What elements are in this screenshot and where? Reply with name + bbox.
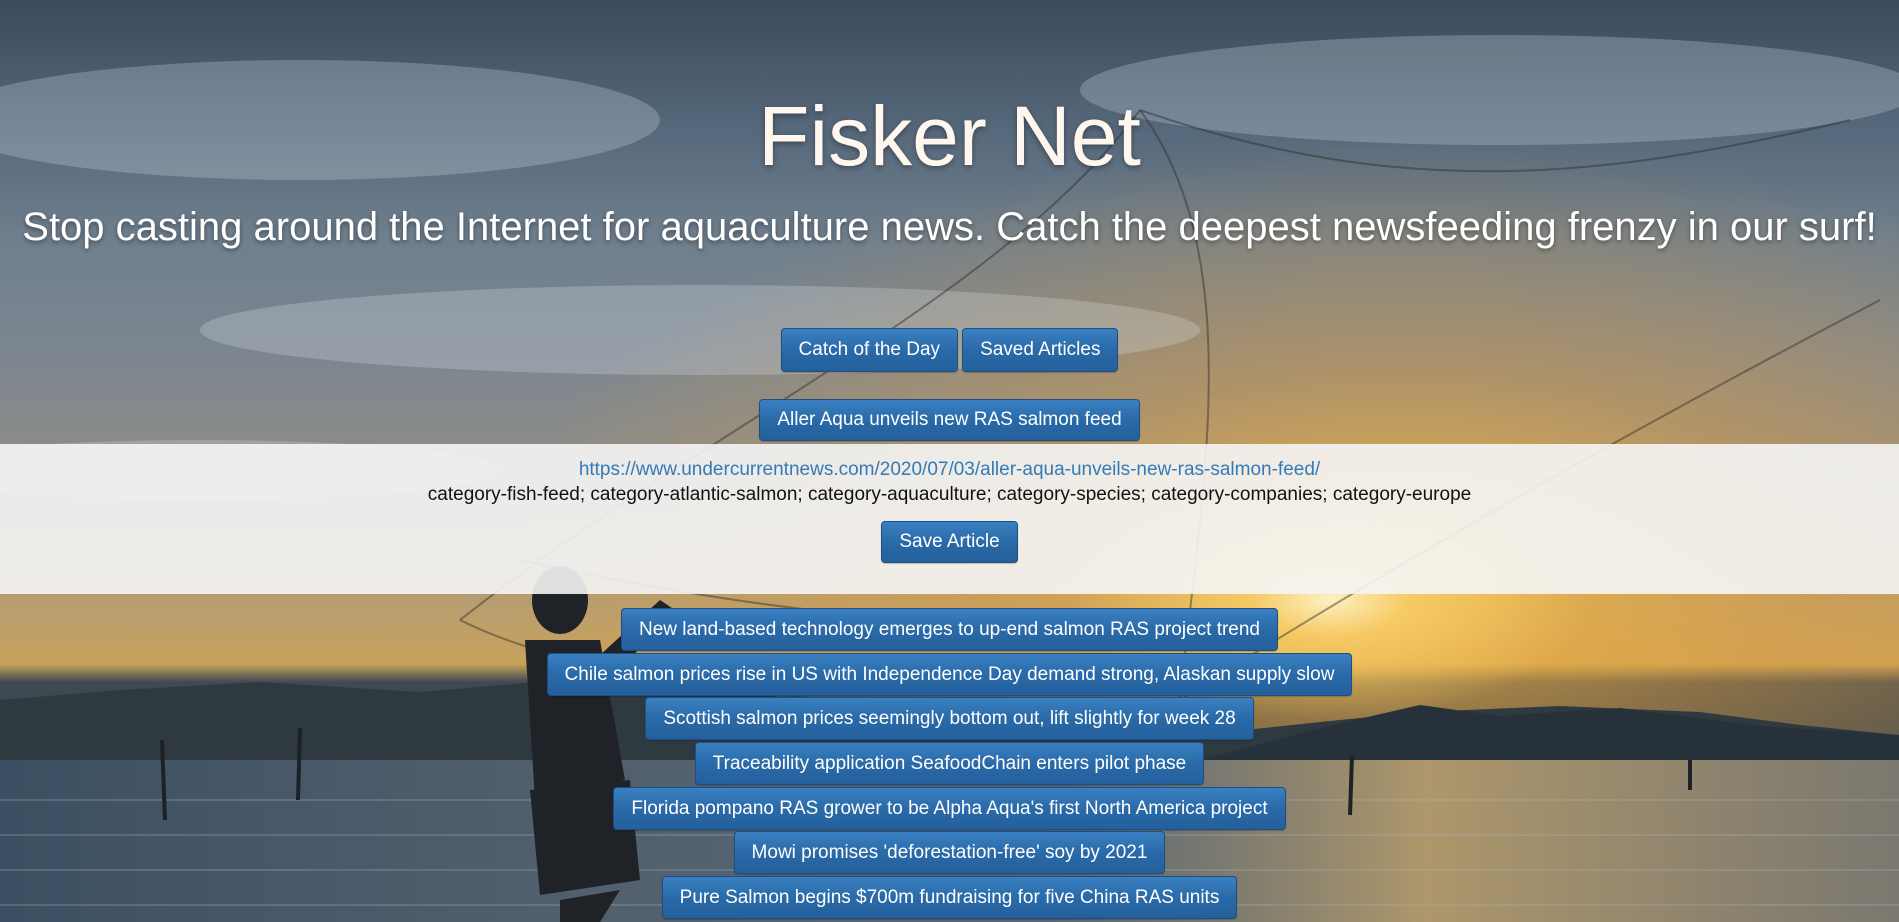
featured-article-button[interactable]: Aller Aqua unveils new RAS salmon feed <box>759 399 1140 441</box>
list-item: Mowi promises 'deforestation-free' soy b… <box>0 831 1899 876</box>
featured-article: Aller Aqua unveils new RAS salmon feed <box>0 399 1899 441</box>
list-item: Pure Salmon begins $700m fundraising for… <box>0 876 1899 921</box>
article-detail-panel: https://www.undercurrentnews.com/2020/07… <box>0 444 1899 594</box>
list-item: Scottish salmon prices seemingly bottom … <box>0 697 1899 742</box>
article-button[interactable]: Mowi promises 'deforestation-free' soy b… <box>733 831 1166 875</box>
list-item: Florida pompano RAS grower to be Alpha A… <box>0 786 1899 832</box>
article-button[interactable]: Scottish salmon prices seemingly bottom … <box>645 697 1254 741</box>
list-item: New land-based technology emerges to up-… <box>0 608 1899 653</box>
list-item: Traceability application SeafoodChain en… <box>0 742 1899 787</box>
article-button[interactable]: Chile salmon prices rise in US with Inde… <box>546 652 1353 696</box>
article-button[interactable]: Florida pompano RAS grower to be Alpha A… <box>613 786 1286 830</box>
list-item: Chile salmon prices rise in US with Inde… <box>0 652 1899 698</box>
page-title: Fisker Net <box>758 89 1141 183</box>
article-list: New land-based technology emerges to up-… <box>0 608 1899 921</box>
save-article-button[interactable]: Save Article <box>881 521 1018 563</box>
catch-of-the-day-button[interactable]: Catch of the Day <box>780 328 959 372</box>
nav-buttons: Catch of the Day Saved Articles <box>0 328 1899 372</box>
saved-articles-button[interactable]: Saved Articles <box>962 328 1119 372</box>
article-categories: category-fish-feed; category-atlantic-sa… <box>427 484 1472 505</box>
page-tagline: Stop casting around the Internet for aqu… <box>22 205 1877 249</box>
article-url-link[interactable]: https://www.undercurrentnews.com/2020/07… <box>0 458 1899 482</box>
article-button[interactable]: New land-based technology emerges to up-… <box>620 608 1279 651</box>
article-button[interactable]: Traceability application SeafoodChain en… <box>694 742 1205 786</box>
article-button[interactable]: Pure Salmon begins $700m fundraising for… <box>661 876 1238 920</box>
